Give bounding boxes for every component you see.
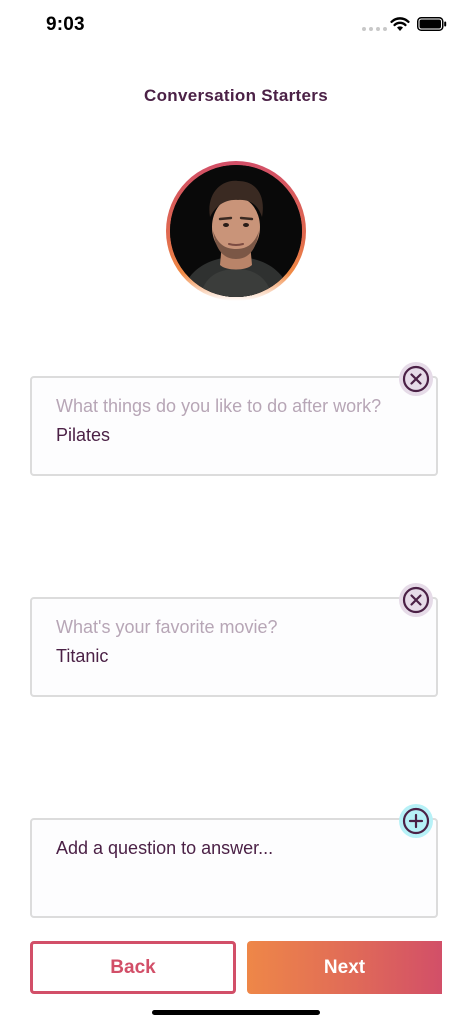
battery-icon xyxy=(417,17,447,31)
page-title: Conversation Starters xyxy=(144,86,328,105)
status-time: 9:03 xyxy=(46,14,85,35)
wifi-icon xyxy=(390,17,410,31)
prompt-question: What's your favorite movie? xyxy=(56,617,278,637)
close-circle-icon[interactable] xyxy=(399,583,433,617)
add-prompt-card[interactable]: Add a question to answer... xyxy=(30,818,438,918)
back-button[interactable]: Back xyxy=(30,941,236,994)
close-circle-icon[interactable] xyxy=(399,362,433,396)
avatar[interactable] xyxy=(170,165,302,297)
plus-circle-icon[interactable] xyxy=(399,804,433,838)
prompt-question: What things do you like to do after work… xyxy=(56,396,382,416)
profile-photo-icon xyxy=(170,165,302,297)
prompt-card[interactable]: What's your favorite movie? Titanic xyxy=(30,597,438,697)
home-indicator xyxy=(152,1010,320,1015)
status-bar: 9:03 xyxy=(0,0,472,52)
add-prompt-placeholder: Add a question to answer... xyxy=(56,838,274,858)
prompt-answer[interactable]: Titanic xyxy=(56,646,108,667)
prompt-card[interactable]: What things do you like to do after work… xyxy=(30,376,438,476)
prompt-answer[interactable]: Pilates xyxy=(56,425,110,446)
next-button[interactable]: Next xyxy=(247,941,442,994)
cellular-signal-icon xyxy=(362,27,387,31)
